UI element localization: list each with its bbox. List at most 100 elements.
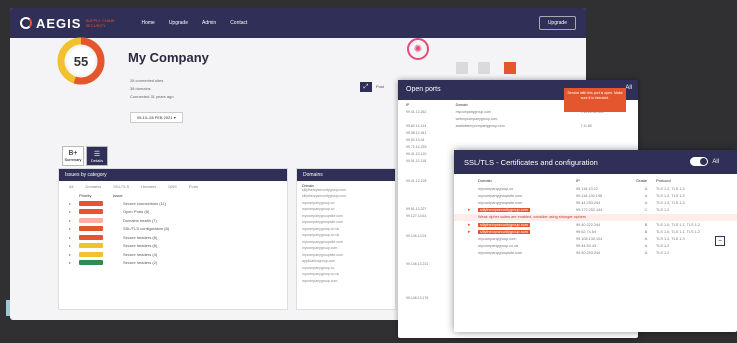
issue-text: Secure headers (4) <box>123 251 158 257</box>
ssl-row[interactable]: mycompanygroup.co.uk 99.44.53.43 A TLS 1.2 <box>454 243 737 250</box>
chevron-right-icon: ▸ <box>69 226 72 232</box>
ssl-domain-text: mycompanygroup.com <box>478 236 517 241</box>
ssl-row[interactable]: mycompanygroup.com 99.108.130.104 A TLS 1.2… <box>454 235 737 242</box>
view-tabs: B+ Summary ☰ Details <box>62 146 108 166</box>
nav-link-contact[interactable]: Contact <box>230 20 247 26</box>
chevron-right-icon: ▸ <box>69 217 72 223</box>
expand-chevron-icon[interactable]: ▸ <box>468 229 478 235</box>
ssl-grade: A <box>644 193 648 198</box>
category-filter-item[interactable]: SSL/TLS <box>113 184 129 189</box>
issue-row[interactable]: ▸ SSL/TLS configuration (8) <box>59 225 287 234</box>
port-ip: 99.51.13.227 <box>406 206 427 211</box>
chevron-right-icon: ▸ <box>69 234 72 240</box>
priority-badge <box>79 234 103 240</box>
ssl-ip: 99.108.130.104 <box>576 236 603 241</box>
ssl-domain: mycompanygroup.co <box>478 187 576 191</box>
ssl-row[interactable]: ▸ sillytheorysecuritygroup.com 99.40.222.2… <box>454 221 737 228</box>
issue-row[interactable]: ▸ Secure headers (4) <box>59 250 287 259</box>
ssl-protocol: TLS 1.0, TLS 1.1, TLS 1.2 <box>656 229 700 234</box>
column-ip: IP <box>406 102 410 107</box>
issues-header: Priority Issue <box>59 192 287 199</box>
ssl-row[interactable]: mycompanygroupsite.com 99.44.253.244 A TLS … <box>454 199 737 206</box>
chevron-right-icon: ▸ <box>69 243 72 249</box>
ssl-domain: mycompanygroup.com <box>478 237 576 241</box>
tab-summary[interactable]: B+ Summary <box>62 146 84 166</box>
domain-row[interactable]: mycompanygroup.com <box>297 279 395 286</box>
category-filter: All Domains SSL/TLS Headers DNS Ports <box>59 181 287 192</box>
meta-domains: 38 domains <box>130 86 151 91</box>
ssl-protocol: TLS 1.2, TLS 1.3 <box>656 193 685 198</box>
category-filter-item[interactable]: All <box>69 184 73 189</box>
ssl-protocol: TLS 1.2, TLS 1.3 <box>656 236 685 241</box>
priority-badge <box>79 243 103 249</box>
ssl-domain-text: sillytheorysecuritygroup.com <box>478 229 530 234</box>
toggle-switch[interactable] <box>690 157 709 166</box>
nav-link-home[interactable]: Home <box>141 20 154 26</box>
ssl-ip: 99.172.252.144 <box>576 208 603 213</box>
ssl-ip: 99.62.74.64 <box>576 229 597 234</box>
port-ip: 99.41.13.120 <box>406 151 427 156</box>
ssl-row[interactable]: Weak cipher suites are enabled, consider… <box>454 213 737 221</box>
issue-row[interactable]: ▸ Secure headers (8) <box>59 242 287 251</box>
nav-link-upgrade[interactable]: Upgrade <box>169 20 188 26</box>
nav-link-admin[interactable]: Admin <box>202 20 216 26</box>
ssl-ip: 99.40.253.244 <box>576 251 601 256</box>
ssl-row[interactable]: mycompanygroup.co 99.118.13.22 A TLS 1.2, T… <box>454 185 737 192</box>
ssl-grade: A <box>644 200 648 205</box>
target-icon: ✺ <box>407 38 429 60</box>
issue-text: Open Ports (8) <box>123 209 150 215</box>
ssl-domain: mycompanygroup.co.uk <box>478 244 576 248</box>
port-row: webmycompanygroup.com <box>398 116 638 123</box>
priority-badge <box>79 251 103 257</box>
ports-tooltip: Service with this port is open. Make sur… <box>564 88 626 112</box>
ssl-protocol: TLS 1.2 <box>656 251 670 256</box>
category-filter-item[interactable]: Headers <box>141 184 156 189</box>
issue-row[interactable]: ▸ Open Ports (8) <box>59 208 287 217</box>
collapse-button[interactable]: − <box>715 236 725 246</box>
toggle-label: All <box>712 158 719 165</box>
ssl-domain-text: mycompanygroupsite.com <box>478 200 523 205</box>
logo[interactable]: AEGIS SUPPLY CHAIN SECURITY <box>20 16 127 31</box>
port-ip: 99.51.12.118 <box>406 158 427 163</box>
issue-text: Secure headers (8) <box>123 234 158 240</box>
list-icon: ☰ <box>93 150 101 158</box>
ssl-tls-window: SSL/TLS - Certificates and configuration… <box>454 150 737 332</box>
ssl-row[interactable]: ▸ sillytheorysecuritygroup.com 99.172.252.… <box>454 207 737 214</box>
issue-row[interactable]: ▸ Domains health (7) <box>59 216 287 225</box>
ssl-domain-text: Weak cipher suites are enabled, consider… <box>478 215 586 220</box>
issue-row[interactable]: ▸ Secure headers (2) <box>59 259 287 268</box>
port-ip: 99.41.12.128 <box>406 179 427 184</box>
ssl-row[interactable]: ▸ sillytheorysecuritygroup.com 99.62.74.64… <box>454 228 737 235</box>
ssl-ip: 99.40.222.244 <box>576 222 601 227</box>
ssl-row[interactable]: mycompanygroupsite.com 99.118.130.196 A TLS… <box>454 192 737 199</box>
ssl-ip: 99.44.53.43 <box>576 244 597 249</box>
ssl-protocol: TLS 1.2, TLS 1.3 <box>656 186 685 191</box>
issues-panel: Issues by category All Domains SSL/TLS Head… <box>58 168 288 310</box>
summary-icon: B+ <box>68 150 78 157</box>
ports-toggle-all[interactable]: All <box>625 85 632 91</box>
ssl-domain: sillytheorysecuritygroup.com <box>478 208 576 213</box>
date-range-select[interactable]: 05.10–28 FEB 2021 ▾ <box>130 112 183 123</box>
ssl-domain: mycompanygroupsite.com <box>478 201 576 205</box>
issue-row[interactable]: ▸ Secure headers (8) <box>59 233 287 242</box>
port-ip: 99.72.14.225 <box>406 144 427 149</box>
category-filter-item[interactable]: DNS <box>168 184 176 189</box>
ssl-protocol: TLS 1.0, TLS 1.1, TLS 1.2 <box>656 222 700 227</box>
column-issue: Issue <box>113 193 123 198</box>
chevron-right-icon: ▸ <box>69 251 72 257</box>
ssl-row[interactable]: mycompanygroupsite.com 99.40.253.244 A TLS … <box>454 250 737 257</box>
tab-details[interactable]: ☰ Details <box>86 146 108 166</box>
issue-text: Domains health (7) <box>123 217 157 223</box>
upgrade-button[interactable]: Upgrade <box>538 16 576 30</box>
domains-panel-title: Domains <box>297 169 395 181</box>
issue-row[interactable]: ▸ Secure connections (11) <box>59 199 287 208</box>
expand-chevron-icon[interactable]: ▸ <box>468 222 478 228</box>
ssl-toggle-all[interactable]: All <box>690 157 719 166</box>
ssl-title: SSL/TLS - Certificates and configuration <box>464 158 598 167</box>
share-button[interactable]: ⤢ <box>360 82 372 92</box>
ssl-ip: 99.118.130.196 <box>576 193 603 198</box>
expand-chevron-icon[interactable]: ▸ <box>468 207 478 213</box>
category-filter-item[interactable]: Domains <box>85 184 101 189</box>
category-filter-item[interactable]: Ports <box>189 184 198 189</box>
ssl-domain: sillytheorysecuritygroup.com <box>478 229 576 234</box>
